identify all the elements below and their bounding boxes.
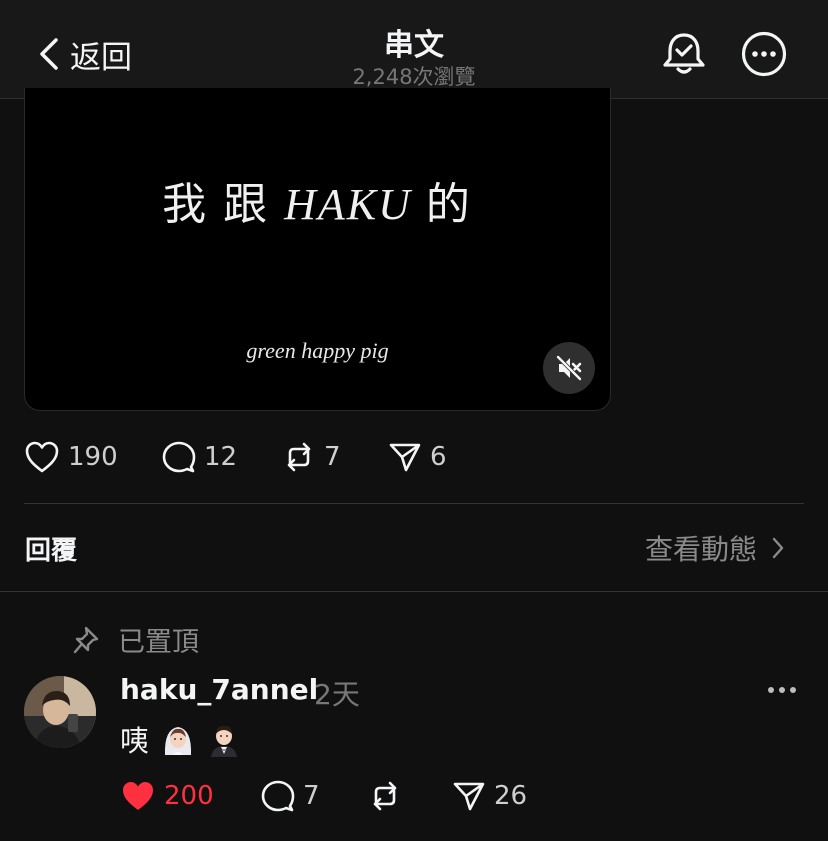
repost-count: 7: [324, 442, 341, 472]
notify-bell-button[interactable]: [660, 30, 708, 78]
comment-button[interactable]: 12: [162, 440, 237, 474]
send-icon: [389, 443, 421, 472]
reply-repost-button[interactable]: [368, 779, 402, 813]
reply-comment-button[interactable]: 7: [261, 779, 320, 813]
pinned-label: 已置頂: [118, 627, 199, 658]
reply-share-count: 26: [494, 781, 528, 811]
like-button[interactable]: 190: [24, 440, 118, 474]
avatar[interactable]: [24, 676, 96, 748]
comment-icon: [261, 780, 295, 812]
more-horizontal-icon: [768, 687, 796, 693]
more-options-button[interactable]: [740, 30, 788, 78]
reply-timestamp: 2天: [314, 678, 360, 711]
section-divider: [0, 591, 828, 592]
replies-title: 回覆: [25, 536, 78, 566]
reply-like-button[interactable]: 200: [120, 779, 214, 813]
speaker-muted-icon: [556, 355, 582, 381]
video-player[interactable]: 我 跟 HAKU 的 green happy pig: [24, 88, 611, 411]
view-activity-link[interactable]: 查看動態: [645, 528, 785, 568]
pinned-indicator: 已置頂: [72, 620, 199, 659]
bell-check-icon: [663, 33, 705, 74]
video-caption: 我 跟 HAKU 的: [162, 180, 473, 229]
comment-icon: [162, 441, 196, 473]
reply-text: 咦: [120, 718, 241, 760]
groom-emoji-icon: [211, 725, 238, 757]
more-icon: [741, 31, 787, 77]
reply-text-content: 咦: [120, 724, 150, 758]
heart-icon: [25, 441, 59, 473]
reply-like-count: 200: [164, 781, 214, 811]
share-button[interactable]: 6: [388, 440, 447, 474]
reply-share-button[interactable]: 26: [452, 779, 527, 813]
repost-icon: [373, 781, 397, 811]
heart-filled-icon: [123, 782, 153, 810]
reply-username[interactable]: haku_7annel: [120, 673, 318, 706]
pin-icon: [73, 626, 99, 653]
chevron-right-icon: [772, 537, 784, 559]
mute-button[interactable]: [543, 342, 595, 394]
reply-more-button[interactable]: [766, 676, 798, 704]
like-count: 190: [68, 442, 118, 472]
send-icon: [453, 782, 485, 811]
comment-count: 12: [204, 442, 238, 472]
bride-emoji-icon: [164, 727, 192, 755]
reply-comment-count: 7: [303, 781, 320, 811]
video-subtitle: green happy pig: [246, 338, 389, 363]
avatar-photo: [24, 676, 96, 748]
repost-button[interactable]: 7: [282, 440, 341, 474]
share-count: 6: [430, 442, 447, 472]
view-activity-label: 查看動態: [645, 533, 758, 566]
divider: [24, 503, 804, 504]
repost-icon: [287, 442, 311, 472]
